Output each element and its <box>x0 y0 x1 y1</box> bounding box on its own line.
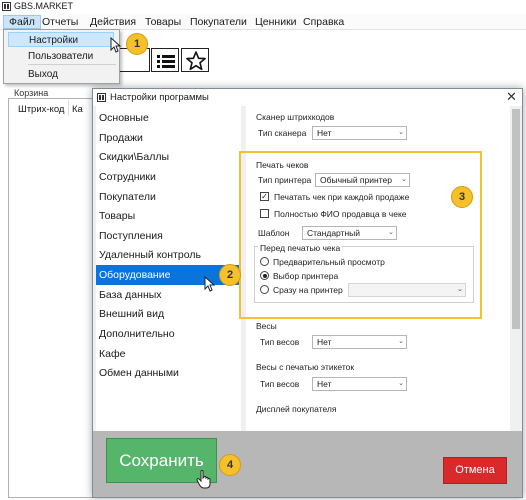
basket-label: Корзина <box>14 88 49 98</box>
favorites-button[interactable] <box>181 48 209 72</box>
nav-item-database[interactable]: База данных <box>96 285 241 305</box>
chevron-down-icon: ⌄ <box>398 338 404 345</box>
dialog-app-icon <box>97 93 106 102</box>
menu-file[interactable]: Файл <box>3 15 41 29</box>
step-badge-4: 4 <box>219 454 241 476</box>
menu-customers[interactable]: Покупатели <box>190 16 247 28</box>
pointer-cursor-icon <box>110 37 122 53</box>
nav-item-employees[interactable]: Сотрудники <box>96 167 241 187</box>
scales-type-select[interactable]: Нет ⌄ <box>312 335 407 349</box>
nav-item-data-exchange[interactable]: Обмен данными <box>96 363 241 383</box>
menu-item-users[interactable]: Пользователи <box>8 49 114 64</box>
main-title-bar <box>0 0 526 14</box>
menu-item-settings[interactable]: Настройки <box>8 32 114 47</box>
label-scales-type-value: Нет <box>317 379 332 389</box>
scanner-type-value: Нет <box>317 128 332 138</box>
nav-item-remote-control[interactable]: Удаленный контроль <box>96 245 241 265</box>
column-header-category[interactable]: Ка <box>72 104 83 115</box>
scrollbar-thumb[interactable] <box>512 109 520 329</box>
list-icon <box>157 55 175 68</box>
label-scales-section-title: Весы с печатью этикеток <box>256 362 355 372</box>
step-badge-3: 3 <box>451 186 473 208</box>
scales-section-title: Весы <box>256 321 277 331</box>
close-icon[interactable]: ✕ <box>506 90 517 104</box>
scales-type-value: Нет <box>317 337 332 347</box>
scales-type-label: Тип весов <box>260 337 300 347</box>
nav-item-appearance[interactable]: Внешний вид <box>96 304 241 324</box>
customer-display-section-title: Дисплей покупателя <box>256 404 337 414</box>
printing-highlight-frame <box>239 151 482 319</box>
nav-item-sales[interactable]: Продажи <box>96 128 241 148</box>
dialog-title: Настройки программы <box>110 92 209 103</box>
menu-price-tags[interactable]: Ценники <box>255 16 297 28</box>
chevron-down-icon: ⌄ <box>398 129 404 136</box>
menu-bar: Файл Отчеты Действия Товары Покупатели Ц… <box>0 14 526 30</box>
hand-cursor-icon <box>196 470 211 489</box>
label-scales-type-select[interactable]: Нет ⌄ <box>312 377 407 391</box>
column-header-barcode[interactable]: Штрих-код <box>18 104 64 115</box>
list-button[interactable] <box>151 48 179 72</box>
settings-nav-list: Основные Продажи Скидки\Баллы Сотрудники… <box>96 106 241 431</box>
nav-item-receipts[interactable]: Поступления <box>96 226 241 246</box>
scanner-type-label: Тип сканера <box>258 128 307 138</box>
chevron-down-icon: ⌄ <box>398 380 404 387</box>
pointer-cursor-icon <box>204 276 216 292</box>
menu-actions[interactable]: Действия <box>90 16 136 28</box>
app-icon <box>2 2 11 11</box>
star-icon <box>186 51 206 71</box>
menu-help[interactable]: Справка <box>303 16 344 28</box>
cancel-button[interactable]: Отмена <box>443 457 507 484</box>
nav-item-discounts[interactable]: Скидки\Баллы <box>96 147 241 167</box>
nav-item-basic[interactable]: Основные <box>96 108 241 128</box>
step-badge-1: 1 <box>126 33 148 55</box>
file-menu-dropdown: Настройки Пользователи Выход <box>3 29 120 84</box>
menu-separator <box>28 64 116 65</box>
column-divider <box>68 100 69 116</box>
nav-item-customers[interactable]: Покупатели <box>96 187 241 207</box>
menu-item-exit[interactable]: Выход <box>8 67 114 82</box>
nav-item-products[interactable]: Товары <box>96 206 241 226</box>
main-window-title: GBS.MARKET <box>14 1 74 11</box>
scanner-type-select[interactable]: Нет ⌄ <box>312 126 407 140</box>
nav-item-cafe[interactable]: Кафе <box>96 344 241 364</box>
menu-reports[interactable]: Отчеты <box>42 16 78 28</box>
step-badge-2: 2 <box>219 264 241 286</box>
label-scales-type-label: Тип весов <box>260 379 300 389</box>
nav-item-additional[interactable]: Дополнительно <box>96 324 241 344</box>
menu-products[interactable]: Товары <box>145 16 181 28</box>
scanner-section-title: Сканер штрихкодов <box>256 112 335 122</box>
